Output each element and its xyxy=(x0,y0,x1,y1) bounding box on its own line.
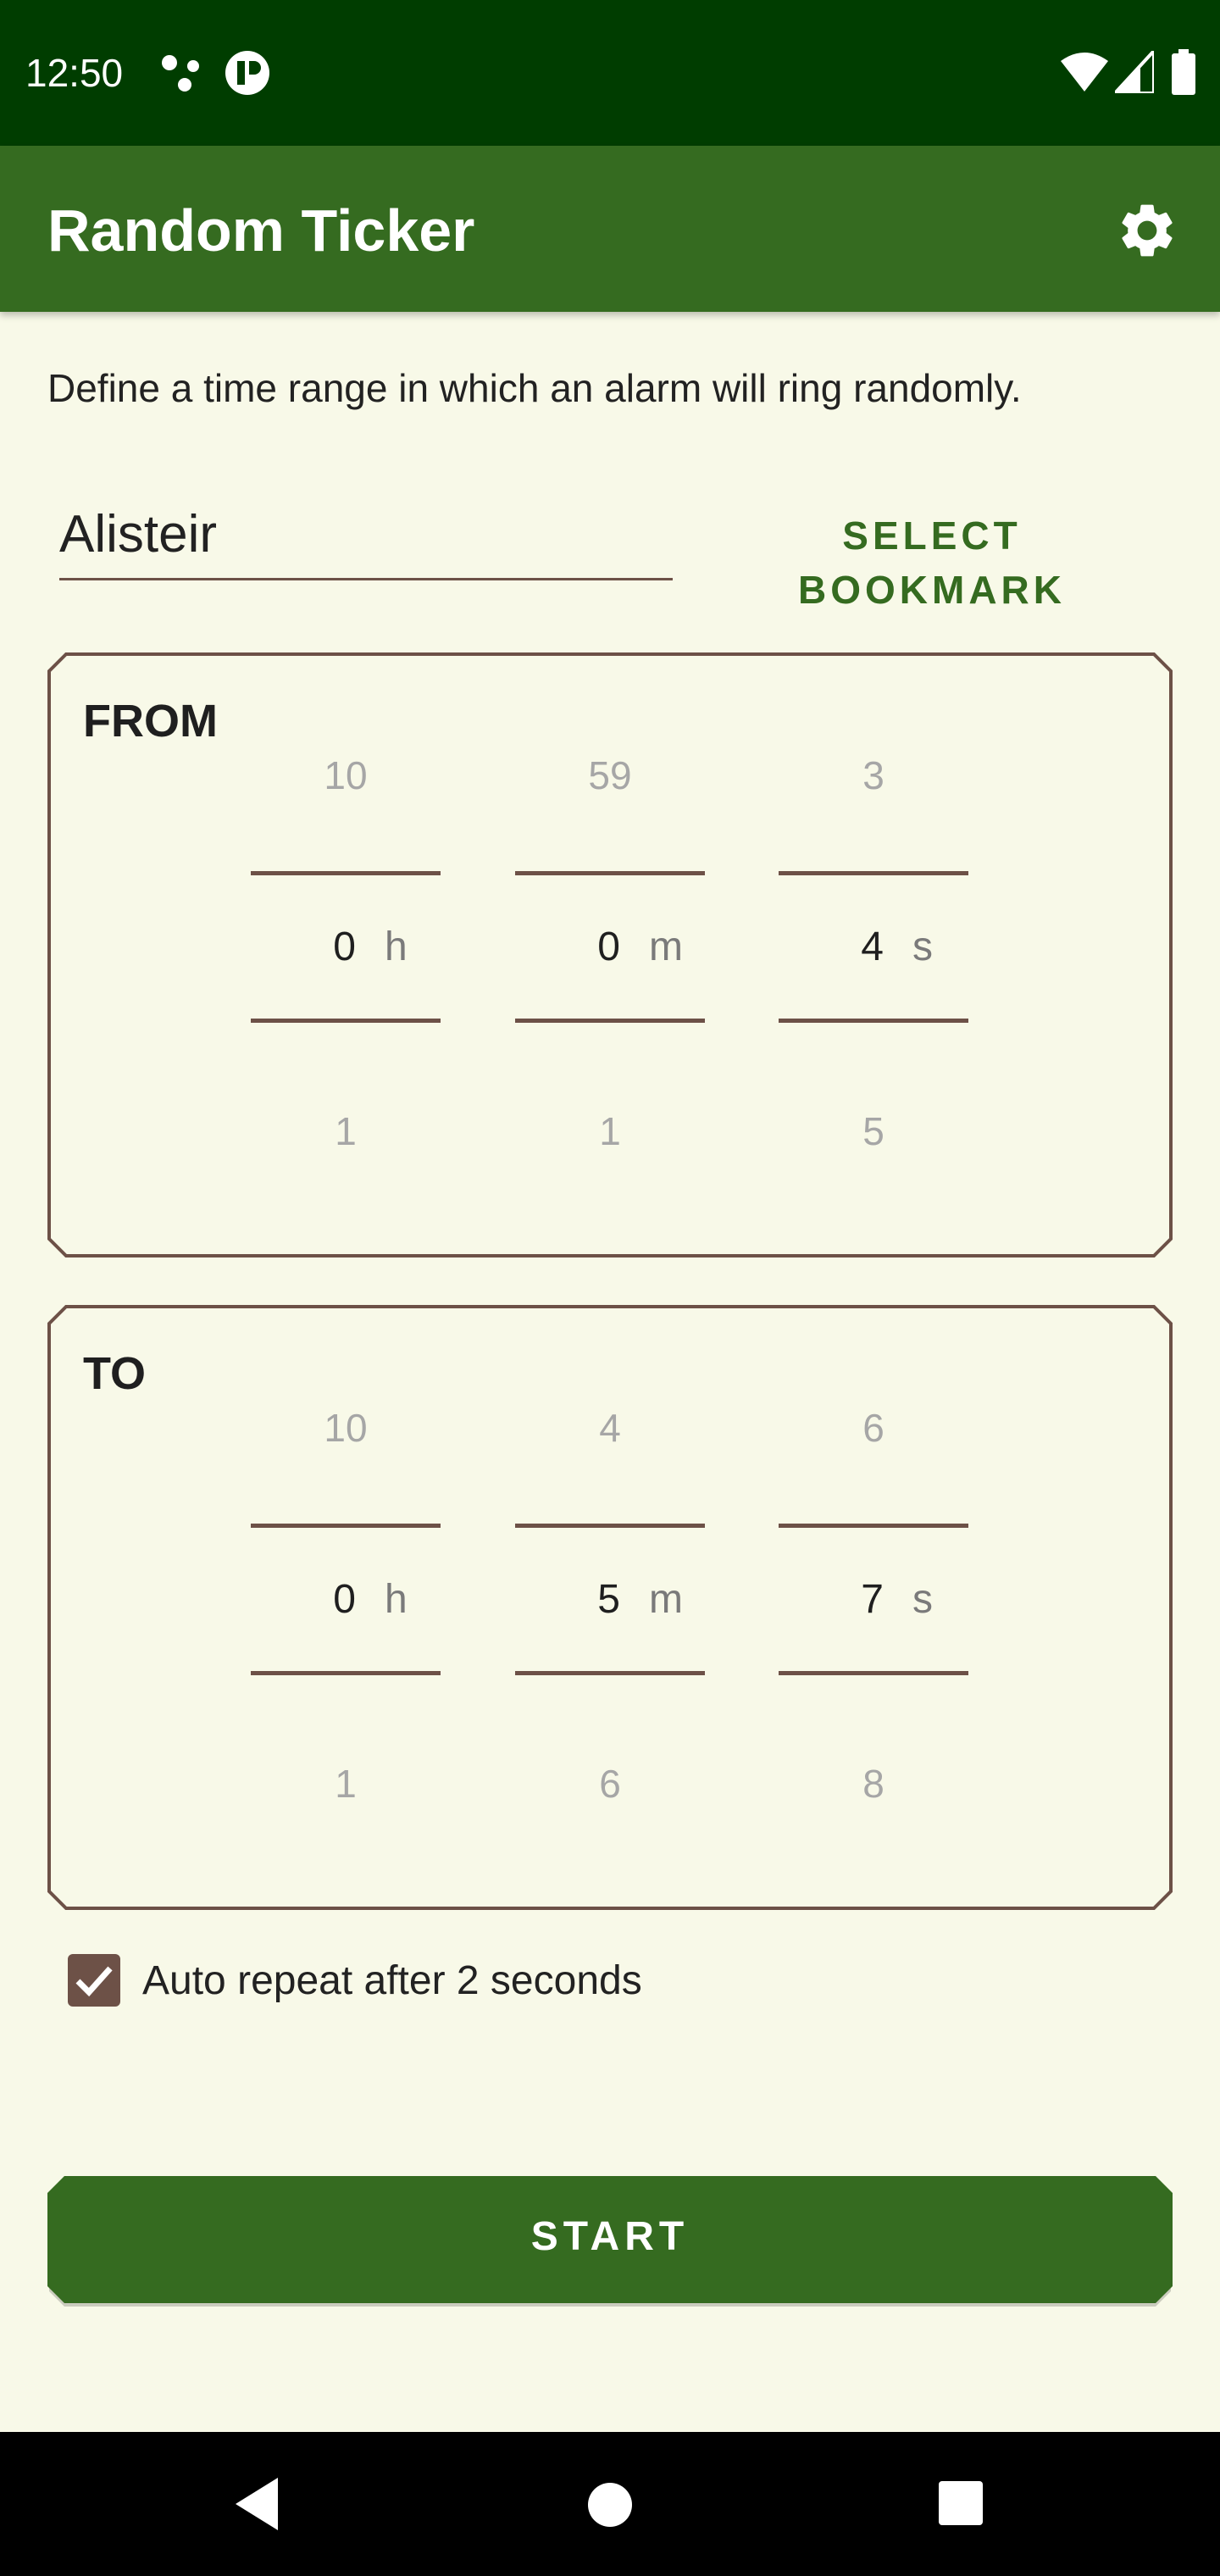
to-title: TO xyxy=(83,1348,147,1399)
to-hours-current[interactable]: 0 h xyxy=(251,1576,441,1627)
from-hours-unit: h xyxy=(385,924,408,969)
home-icon[interactable] xyxy=(583,2478,637,2532)
picker-divider xyxy=(779,1019,968,1023)
to-seconds-next[interactable]: 8 xyxy=(779,1761,968,1807)
to-hours-picker[interactable]: 10 0 h 1 xyxy=(251,1305,441,1910)
to-hours-prev[interactable]: 10 xyxy=(251,1405,441,1451)
from-title: FROM xyxy=(83,696,218,747)
picker-divider xyxy=(251,1524,441,1528)
status-time: 12:50 xyxy=(25,51,124,95)
from-minutes-current[interactable]: 0 m xyxy=(515,924,705,974)
notification-dots-icon xyxy=(162,55,199,92)
to-hours-unit: h xyxy=(385,1577,408,1622)
to-hours-value: 0 xyxy=(333,1577,356,1622)
navigation-bar xyxy=(0,2432,1220,2576)
start-label: START xyxy=(530,2214,690,2259)
back-icon[interactable] xyxy=(229,2473,291,2535)
picker-divider xyxy=(779,871,968,875)
to-seconds-current[interactable]: 7 s xyxy=(779,1576,968,1627)
picker-divider xyxy=(251,1019,441,1023)
to-seconds-value: 7 xyxy=(861,1577,884,1622)
picker-divider xyxy=(515,1524,705,1528)
description-text: Define a time range in which an alarm wi… xyxy=(47,366,1022,410)
app-title: Random Ticker xyxy=(47,197,475,264)
start-button[interactable]: START xyxy=(47,2176,1173,2307)
checkmark-icon xyxy=(75,1966,113,1997)
picker-divider xyxy=(251,871,441,875)
from-seconds-picker[interactable]: 3 4 s 5 xyxy=(779,652,968,1257)
bookmark-name-input[interactable] xyxy=(59,493,673,575)
bookmark-name-field[interactable] xyxy=(59,493,673,580)
to-minutes-current[interactable]: 5 m xyxy=(515,1576,705,1627)
cell-signal-icon xyxy=(1115,51,1154,93)
from-hours-next[interactable]: 1 xyxy=(251,1108,441,1154)
from-minutes-picker[interactable]: 59 0 m 1 xyxy=(515,652,705,1257)
picker-divider xyxy=(515,1019,705,1023)
from-seconds-unit: s xyxy=(912,924,933,969)
recent-apps-icon[interactable] xyxy=(937,2479,984,2527)
from-minutes-prev[interactable]: 59 xyxy=(515,752,705,798)
gear-icon[interactable] xyxy=(1115,198,1179,263)
to-seconds-prev[interactable]: 6 xyxy=(779,1405,968,1451)
from-hours-prev[interactable]: 10 xyxy=(251,752,441,798)
to-minutes-prev[interactable]: 4 xyxy=(515,1405,705,1451)
picker-divider xyxy=(515,1671,705,1675)
auto-repeat-label[interactable]: Auto repeat after 2 seconds xyxy=(142,1957,642,2005)
from-minutes-value: 0 xyxy=(597,924,620,969)
app-notification-icon xyxy=(225,51,269,95)
to-seconds-unit: s xyxy=(912,1577,933,1622)
from-seconds-value: 4 xyxy=(861,924,884,969)
to-minutes-value: 5 xyxy=(597,1577,620,1622)
from-seconds-prev[interactable]: 3 xyxy=(779,752,968,798)
auto-repeat-checkbox[interactable] xyxy=(68,1954,120,2007)
picker-divider xyxy=(779,1524,968,1528)
from-minutes-next[interactable]: 1 xyxy=(515,1108,705,1154)
picker-divider xyxy=(515,871,705,875)
from-seconds-next[interactable]: 5 xyxy=(779,1108,968,1154)
from-minutes-unit: m xyxy=(649,924,683,969)
battery-icon xyxy=(1172,49,1195,95)
to-minutes-next[interactable]: 6 xyxy=(515,1761,705,1807)
from-hours-picker[interactable]: 10 0 h 1 xyxy=(251,652,441,1257)
wifi-icon xyxy=(1061,53,1108,92)
select-bookmark-button[interactable]: SELECT BOOKMARK xyxy=(703,508,1161,612)
to-minutes-picker[interactable]: 4 5 m 6 xyxy=(515,1305,705,1910)
from-seconds-current[interactable]: 4 s xyxy=(779,924,968,974)
to-minutes-unit: m xyxy=(649,1577,683,1622)
to-card: TO 10 0 h 1 4 5 m 6 6 7 s 8 xyxy=(47,1305,1173,1910)
picker-divider xyxy=(779,1671,968,1675)
from-hours-value: 0 xyxy=(333,924,356,969)
from-hours-current[interactable]: 0 h xyxy=(251,924,441,974)
to-seconds-picker[interactable]: 6 7 s 8 xyxy=(779,1305,968,1910)
to-hours-next[interactable]: 1 xyxy=(251,1761,441,1807)
from-card: FROM 10 0 h 1 59 0 m 1 3 4 s 5 xyxy=(47,652,1173,1257)
app-bar: Random Ticker xyxy=(0,146,1220,312)
status-bar: 12:50 xyxy=(0,0,1220,146)
picker-divider xyxy=(251,1671,441,1675)
